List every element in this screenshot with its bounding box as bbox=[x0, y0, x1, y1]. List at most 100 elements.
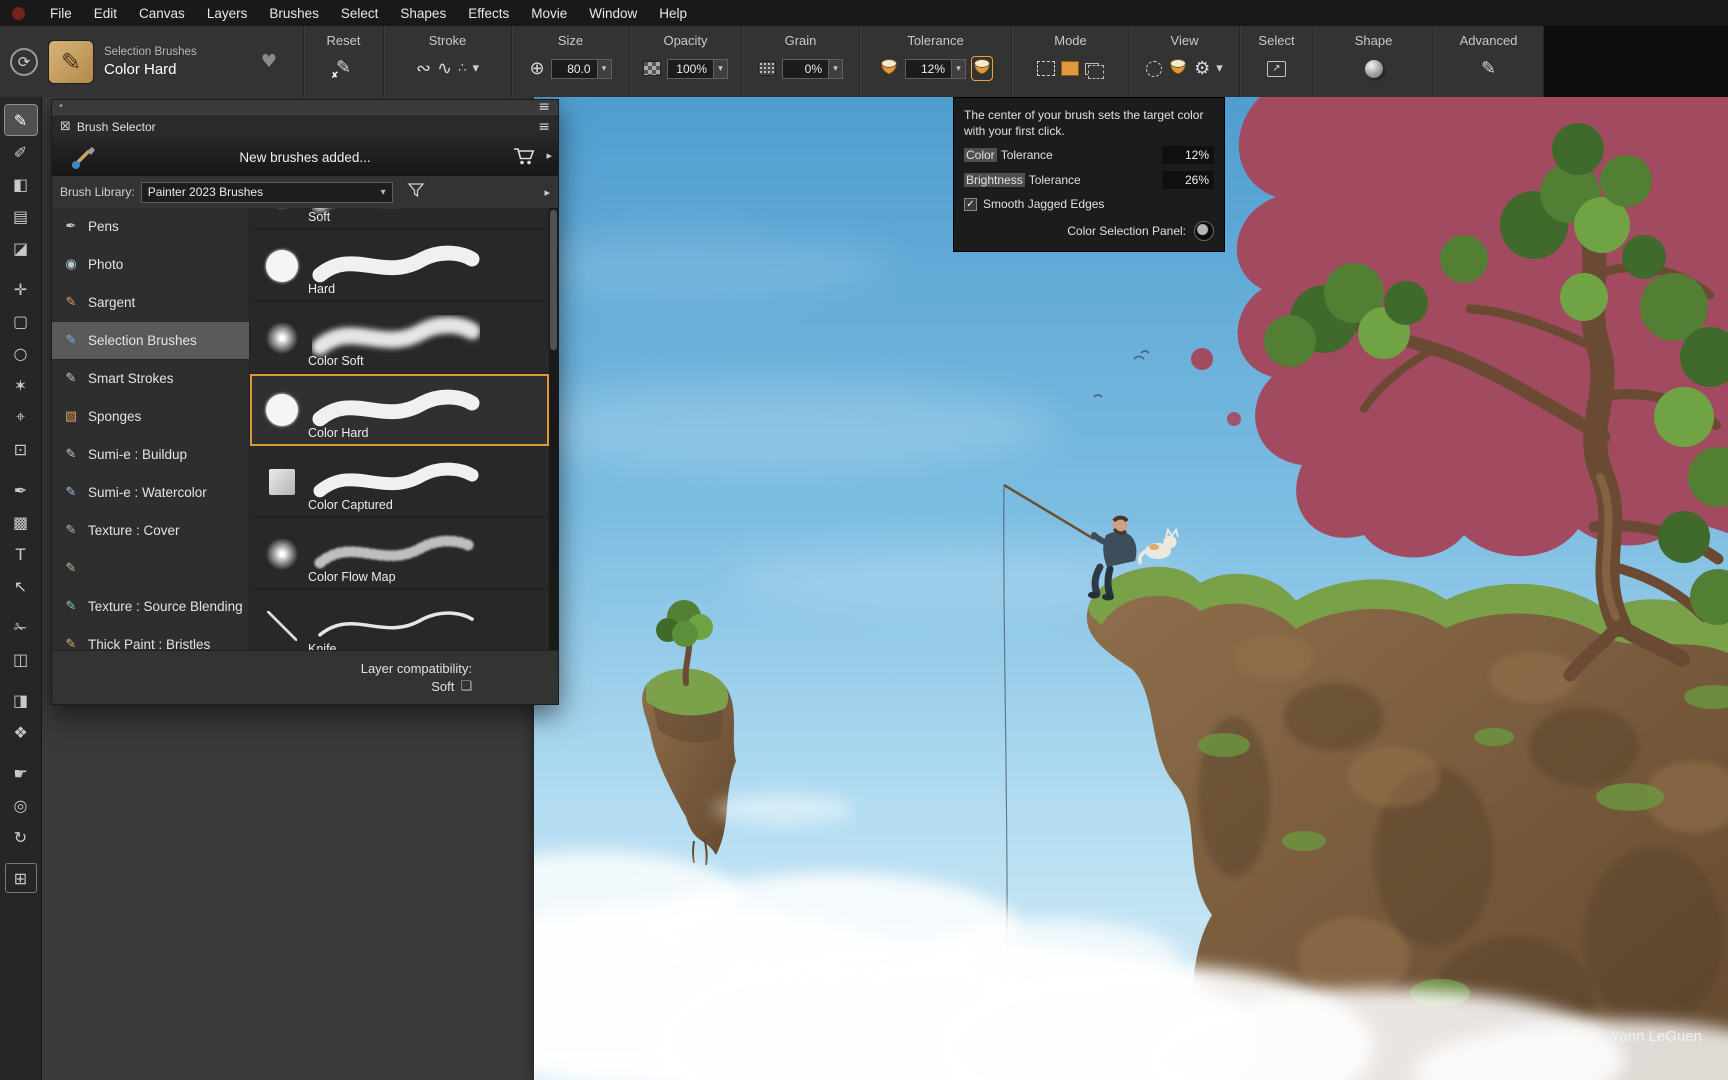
mode-new-selection-icon[interactable] bbox=[1037, 61, 1055, 76]
category-pens[interactable]: ✒Pens bbox=[52, 208, 249, 246]
menu-window[interactable]: Window bbox=[578, 0, 648, 26]
favorite-heart-icon[interactable]: ♥ bbox=[261, 51, 277, 72]
color-selection-panel-icon[interactable] bbox=[1194, 221, 1214, 241]
hand-tool[interactable]: ☛ bbox=[5, 758, 37, 788]
category-sargent[interactable]: ✎Sargent bbox=[52, 284, 249, 322]
shape-rect-tool[interactable]: ▩ bbox=[5, 507, 37, 537]
chevron-down-icon[interactable]: ▾ bbox=[472, 62, 479, 75]
kaleidoscope-tool[interactable]: ❖ bbox=[5, 717, 37, 747]
rotate-page-tool[interactable]: ↻ bbox=[5, 822, 37, 852]
mode-subtract-selection-icon[interactable] bbox=[1085, 63, 1099, 75]
cart-icon[interactable] bbox=[512, 146, 536, 171]
category-sumie-watercolor[interactable]: ✎Sumi-e : Watercolor bbox=[52, 474, 249, 512]
size-dropdown[interactable]: 80.0 ▾ bbox=[551, 59, 612, 79]
brush-variant-color-flow-map[interactable]: Color Flow Map bbox=[250, 518, 549, 590]
reset-brush-button[interactable]: ✎ ✘ bbox=[336, 59, 351, 78]
stroke-options-icon[interactable]: ∴ bbox=[458, 62, 466, 75]
magic-wand-tool[interactable]: ✶ bbox=[5, 370, 37, 400]
stroke-type-line-icon[interactable]: ∿ bbox=[437, 60, 452, 78]
brightness-tolerance-value[interactable]: 26% bbox=[1162, 171, 1214, 189]
menu-movie[interactable]: Movie bbox=[520, 0, 578, 26]
menu-effects[interactable]: Effects bbox=[457, 0, 520, 26]
grain-dropdown[interactable]: 0% ▾ bbox=[782, 59, 843, 79]
paint-bucket-active-icon[interactable] bbox=[972, 57, 992, 80]
paint-bucket-icon[interactable] bbox=[879, 57, 899, 80]
category-selection-brushes[interactable]: ✎Selection Brushes bbox=[52, 322, 249, 360]
chevron-right-icon[interactable]: ▸ bbox=[546, 149, 552, 162]
current-brush-thumbnail[interactable]: ✎ bbox=[48, 40, 94, 84]
new-brushes-banner[interactable]: New brushes added... ▸ bbox=[52, 138, 558, 176]
view-marquee-icon[interactable] bbox=[1146, 61, 1162, 77]
tolerance-dropdown[interactable]: 12% ▾ bbox=[905, 59, 966, 79]
menu-file[interactable]: File bbox=[39, 0, 83, 26]
text-tool[interactable]: T bbox=[5, 539, 37, 569]
menu-shapes[interactable]: Shapes bbox=[389, 0, 457, 26]
category-sumie-buildup[interactable]: ✎Sumi-e : Buildup bbox=[52, 436, 249, 474]
select-transform-icon[interactable]: ↗ bbox=[1267, 61, 1286, 77]
gear-icon[interactable]: ⚙ bbox=[1194, 60, 1210, 78]
chevron-down-icon[interactable]: ▾ bbox=[828, 59, 843, 79]
panel-close-icon[interactable]: ⊠ bbox=[60, 119, 71, 134]
brush-tool[interactable]: ✎ bbox=[5, 105, 37, 135]
category-texture-cover-25d[interactable]: ✎ bbox=[52, 550, 249, 588]
brush-library-dropdown[interactable]: Painter 2023 Brushes ▾ bbox=[141, 182, 393, 203]
mirror-tool[interactable]: ◨ bbox=[5, 685, 37, 715]
paint-bucket-icon[interactable] bbox=[1168, 57, 1188, 80]
eyedropper-tool[interactable]: ✐ bbox=[5, 137, 37, 167]
opacity-value[interactable]: 100% bbox=[667, 59, 713, 79]
eraser-tool[interactable]: ◪ bbox=[5, 233, 37, 263]
menu-brushes[interactable]: Brushes bbox=[258, 0, 330, 26]
chevron-down-icon[interactable]: ▾ bbox=[1216, 62, 1223, 75]
variant-scrollbar[interactable] bbox=[549, 208, 558, 650]
opacity-dropdown[interactable]: 100% ▾ bbox=[667, 59, 728, 79]
category-photo[interactable]: ◉Photo bbox=[52, 246, 249, 284]
lasso-tool[interactable]: ○ bbox=[5, 338, 37, 368]
mode-paint-selection-icon[interactable] bbox=[1061, 61, 1079, 76]
advanced-brush-icon[interactable]: ✎ bbox=[1481, 60, 1496, 78]
color-tolerance-value[interactable]: 12% bbox=[1162, 146, 1214, 164]
category-texture-cover[interactable]: ✎Texture : Cover bbox=[52, 512, 249, 550]
cloner-tool[interactable]: ◫ bbox=[5, 644, 37, 674]
size-value[interactable]: 80.0 bbox=[551, 59, 597, 79]
grain-value[interactable]: 0% bbox=[782, 59, 828, 79]
brush-variant-color-soft[interactable]: Color Soft bbox=[250, 302, 549, 374]
menu-edit[interactable]: Edit bbox=[83, 0, 128, 26]
chevron-down-icon[interactable]: ▾ bbox=[597, 59, 612, 79]
crop-tool[interactable]: ⊡ bbox=[5, 434, 37, 464]
brush-variant-color-hard[interactable]: Color Hard bbox=[250, 374, 549, 446]
panel-title-bar[interactable]: ⊠ Brush Selector ≡ bbox=[52, 114, 558, 138]
filter-funnel-icon[interactable] bbox=[407, 182, 425, 203]
rect-select-tool[interactable]: ▢ bbox=[5, 306, 37, 336]
menu-help[interactable]: Help bbox=[648, 0, 698, 26]
gradient-tool[interactable]: ▤ bbox=[5, 201, 37, 231]
hamburger-icon[interactable]: ≡ bbox=[538, 119, 550, 135]
transform-tool[interactable]: ⌖ bbox=[5, 402, 37, 432]
smooth-jagged-edges-checkbox[interactable]: ✓ bbox=[964, 198, 977, 211]
menu-layers[interactable]: Layers bbox=[196, 0, 259, 26]
brush-variant-soft[interactable]: Soft bbox=[250, 208, 549, 230]
category-smart-strokes[interactable]: ✎Smart Strokes bbox=[52, 360, 249, 398]
apple-menu-icon[interactable] bbox=[12, 7, 25, 20]
tolerance-value[interactable]: 12% bbox=[905, 59, 951, 79]
chevron-down-icon[interactable]: ▾ bbox=[713, 59, 728, 79]
menu-canvas[interactable]: Canvas bbox=[128, 0, 196, 26]
pen-tool[interactable]: ✒ bbox=[5, 475, 37, 505]
shape-select-tool[interactable]: ↖ bbox=[5, 571, 37, 601]
chevron-right-icon[interactable]: ▸ bbox=[544, 186, 550, 199]
scissors-tool[interactable]: ✁ bbox=[5, 612, 37, 642]
stroke-type-freehand-icon[interactable]: ∾ bbox=[416, 60, 431, 78]
move-tool[interactable]: ✛ bbox=[5, 274, 37, 304]
chevron-down-icon[interactable]: ▾ bbox=[951, 59, 966, 79]
category-thick-paint-bristles[interactable]: ✎Thick Paint : Bristles bbox=[52, 626, 249, 650]
brush-variant-knife[interactable]: Knife bbox=[250, 590, 549, 650]
brush-variant-color-captured[interactable]: Color Captured bbox=[250, 446, 549, 518]
category-texture-source-blending[interactable]: ✎Texture : Source Blending bbox=[52, 588, 249, 626]
zoom-tool[interactable]: ◎ bbox=[5, 790, 37, 820]
hamburger-icon[interactable]: ≡ bbox=[538, 99, 550, 115]
panel-drag-handle[interactable]: • ≡ bbox=[52, 100, 558, 114]
navigator-toggle[interactable]: ⊞ bbox=[5, 863, 37, 893]
brush-variant-hard[interactable]: Hard bbox=[250, 230, 549, 302]
menu-select[interactable]: Select bbox=[330, 0, 390, 26]
paint-bucket-tool[interactable]: ◧ bbox=[5, 169, 37, 199]
category-sponges[interactable]: ▧Sponges bbox=[52, 398, 249, 436]
